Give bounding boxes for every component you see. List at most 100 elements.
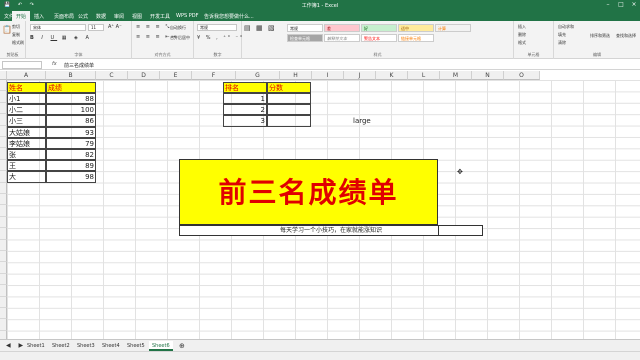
sheet-tab-sheet3[interactable]: Sheet3: [74, 341, 98, 351]
row-header[interactable]: [0, 239, 7, 251]
score-value-cell[interactable]: 79: [46, 137, 96, 149]
score-name-cell[interactable]: 张: [7, 149, 46, 161]
score-value-cell[interactable]: 82: [46, 149, 96, 161]
score-name-cell[interactable]: 大: [7, 171, 46, 183]
rank-number-cell[interactable]: 3: [223, 115, 267, 127]
number-format-select[interactable]: 常规: [197, 24, 237, 31]
style-linked-cell[interactable]: 链接单元格: [398, 34, 434, 42]
score-name-cell[interactable]: 王: [7, 160, 46, 172]
sheet-tab-sheet5[interactable]: Sheet5: [124, 341, 148, 351]
sheet-tab-sheet1[interactable]: Sheet1: [24, 341, 48, 351]
paste-icon[interactable]: 📋: [2, 25, 12, 34]
tab-developer[interactable]: 开发工具: [150, 13, 170, 20]
large-label-cell[interactable]: large: [352, 116, 372, 127]
row-header[interactable]: [0, 273, 7, 286]
column-header-d[interactable]: D: [128, 71, 160, 80]
sort-filter-button[interactable]: 排序和筛选: [590, 33, 610, 39]
score-value-cell[interactable]: 86: [46, 115, 96, 127]
wrap-text-button[interactable]: 自动换行: [170, 25, 186, 31]
style-calculation[interactable]: 计算: [435, 24, 471, 32]
style-check-cell[interactable]: 检查单元格: [287, 34, 323, 42]
tab-page-layout[interactable]: 页面布局: [54, 13, 74, 20]
copy-button[interactable]: 复制: [12, 32, 20, 38]
column-header-l[interactable]: L: [408, 71, 440, 80]
fx-icon[interactable]: fx: [52, 61, 57, 67]
font-name-select[interactable]: 宋体: [30, 24, 86, 31]
banner-subtitle-row[interactable]: 每天学习一个小技巧，在家就能涨知识: [179, 225, 483, 236]
close-icon[interactable]: ×: [628, 1, 640, 10]
cut-button[interactable]: 剪切: [12, 24, 20, 30]
conditional-format-icon[interactable]: ▤: [244, 24, 251, 32]
row-header[interactable]: [0, 102, 7, 115]
align-top-icons[interactable]: ≡ ≡ ≡ ⤡: [136, 24, 171, 30]
row-header[interactable]: [0, 159, 7, 172]
autosum-button[interactable]: 自动求和: [558, 24, 574, 30]
font-format-icons[interactable]: B I U ▦ ◈ A: [30, 35, 92, 41]
rank-score-cell[interactable]: [267, 115, 311, 127]
score-value-cell[interactable]: 89: [46, 160, 96, 172]
column-header-m[interactable]: M: [440, 71, 472, 80]
row-header[interactable]: [0, 182, 7, 194]
column-header-e[interactable]: E: [160, 71, 192, 80]
row-header[interactable]: [0, 285, 7, 297]
header-rank-cell[interactable]: 排名: [223, 82, 267, 93]
maximize-icon[interactable]: □: [615, 1, 627, 10]
delete-cells-button[interactable]: 删除: [518, 32, 526, 38]
column-header-i[interactable]: I: [312, 71, 344, 80]
column-header-a[interactable]: A: [7, 71, 46, 80]
select-all-corner[interactable]: [0, 71, 7, 80]
font-size-select[interactable]: 11: [88, 24, 104, 31]
column-header-n[interactable]: N: [472, 71, 504, 80]
row-header[interactable]: [0, 319, 7, 331]
sheet-tab-sheet2[interactable]: Sheet2: [49, 341, 73, 351]
style-warning[interactable]: 警告文本: [361, 34, 397, 42]
column-header-c[interactable]: C: [96, 71, 128, 80]
score-value-cell[interactable]: 100: [46, 104, 96, 116]
name-box[interactable]: [2, 61, 42, 69]
row-header[interactable]: [0, 125, 7, 137]
row-header[interactable]: [0, 148, 7, 160]
tab-formulas[interactable]: 公式: [78, 13, 88, 20]
rank-number-cell[interactable]: 1: [223, 93, 267, 105]
row-header[interactable]: [0, 262, 7, 274]
tab-view[interactable]: 视图: [132, 13, 142, 20]
score-value-cell[interactable]: 98: [46, 171, 96, 183]
fill-button[interactable]: 填充: [558, 32, 566, 38]
formula-input[interactable]: 前三名成绩单: [64, 62, 94, 69]
tab-data[interactable]: 数据: [96, 13, 106, 20]
row-header[interactable]: [0, 91, 7, 103]
rank-score-cell[interactable]: [267, 93, 311, 105]
format-painter-button[interactable]: 格式刷: [12, 40, 24, 46]
sheet-tab-sheet6[interactable]: Sheet6: [149, 341, 173, 351]
merge-center-button[interactable]: 合并后居中: [170, 35, 190, 41]
header-name-cell[interactable]: 姓名: [7, 82, 46, 93]
column-header-o[interactable]: O: [504, 71, 540, 80]
row-header[interactable]: [0, 216, 7, 229]
score-value-cell[interactable]: 88: [46, 93, 96, 105]
column-header-j[interactable]: J: [344, 71, 376, 80]
clear-button[interactable]: 清除: [558, 40, 566, 46]
row-header[interactable]: [0, 194, 7, 206]
score-value-cell[interactable]: 93: [46, 126, 96, 138]
find-select-button[interactable]: 查找和选择: [616, 33, 636, 39]
banner-title[interactable]: 前三名成绩单: [179, 159, 438, 225]
style-explanatory[interactable]: 解释性文本: [324, 34, 360, 42]
style-normal[interactable]: 常规: [287, 24, 323, 32]
tab-wps-pdf[interactable]: WPS PDF: [176, 13, 198, 19]
style-good[interactable]: 好: [361, 24, 397, 32]
score-name-cell[interactable]: 李姑娘: [7, 137, 46, 149]
row-header[interactable]: [0, 137, 7, 149]
table-format-icon[interactable]: ▦: [256, 24, 263, 32]
row-header[interactable]: [0, 308, 7, 320]
add-sheet-icon[interactable]: ⊕: [176, 341, 188, 351]
rank-number-cell[interactable]: 2: [223, 104, 267, 116]
tell-me-search[interactable]: 告诉我您想要做什么...: [204, 13, 254, 20]
cell-styles-icon[interactable]: ▧: [268, 24, 275, 32]
header-score-cell[interactable]: 成绩: [46, 82, 96, 93]
insert-cells-button[interactable]: 插入: [518, 24, 526, 30]
row-header[interactable]: [0, 296, 7, 308]
score-name-cell[interactable]: 小二: [7, 104, 46, 116]
column-header-g[interactable]: G: [236, 71, 280, 80]
row-header[interactable]: [0, 228, 7, 240]
score-name-cell[interactable]: 小1: [7, 93, 46, 105]
